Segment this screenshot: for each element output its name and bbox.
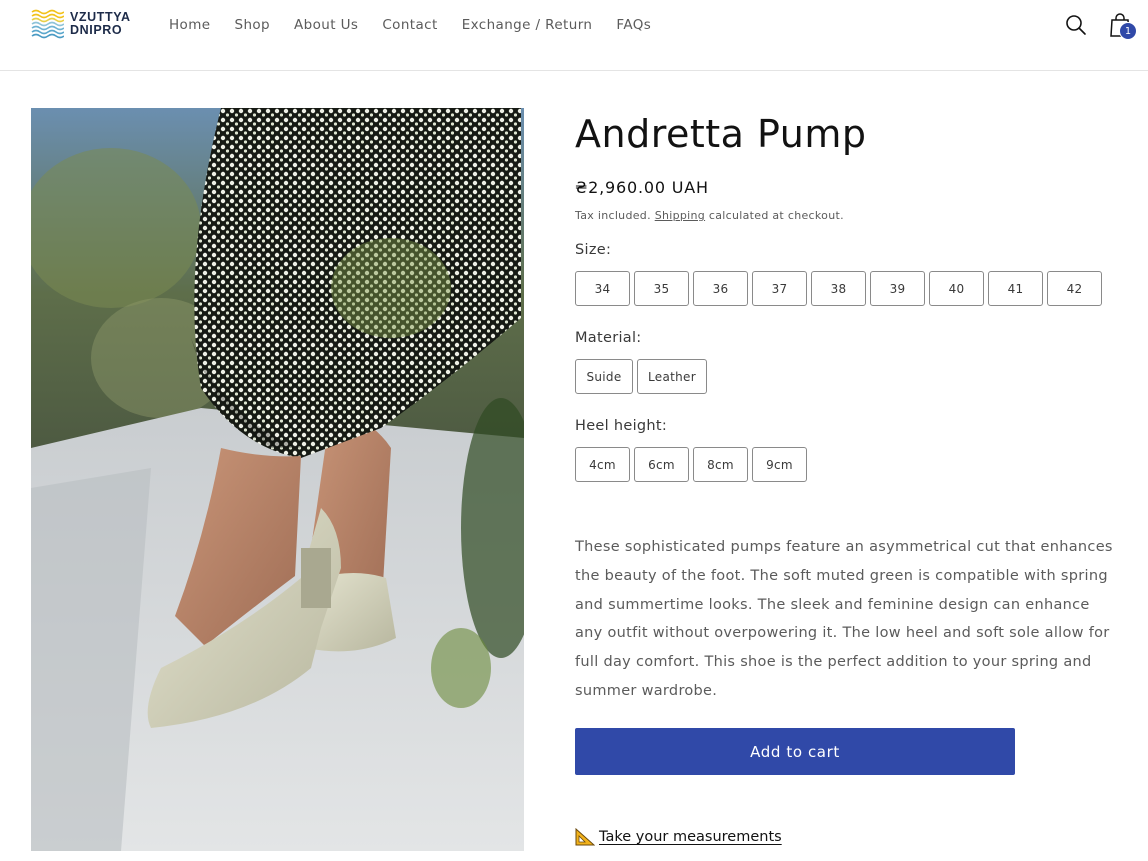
size-options: 34 35 36 37 38 39 40 41 42 (575, 271, 1106, 306)
heel-option-8cm[interactable]: 8cm (693, 447, 748, 482)
size-option-34[interactable]: 34 (575, 271, 630, 306)
shipping-link[interactable]: Shipping (655, 209, 705, 222)
nav-faqs[interactable]: FAQs (616, 16, 651, 34)
search-icon[interactable] (1065, 14, 1087, 36)
cart-count-badge: 1 (1119, 22, 1137, 40)
site-header: VZUTTYA DNIPRO Home Shop About Us Contac… (0, 0, 1148, 71)
add-to-cart-button[interactable]: Add to cart (575, 728, 1015, 775)
size-option-42[interactable]: 42 (1047, 271, 1102, 306)
heel-option-9cm[interactable]: 9cm (752, 447, 807, 482)
ruler-triangle-icon (575, 827, 596, 846)
size-label: Size: (575, 242, 612, 258)
measurements-link[interactable]: Take your measurements (575, 827, 782, 846)
product-price: ₴2,960.00 UAH (575, 178, 709, 197)
product-photo[interactable] (31, 108, 524, 851)
brand-logo[interactable]: VZUTTYA DNIPRO (31, 8, 131, 40)
size-option-35[interactable]: 35 (634, 271, 689, 306)
material-option-suide[interactable]: Suide (575, 359, 633, 394)
heel-height-options: 4cm 6cm 8cm 9cm (575, 447, 811, 482)
tax-note: Tax included. Shipping calculated at che… (575, 209, 844, 222)
size-option-37[interactable]: 37 (752, 271, 807, 306)
tax-suffix: calculated at checkout. (705, 209, 844, 222)
product-description: These sophisticated pumps feature an asy… (575, 539, 1113, 699)
nav-shop[interactable]: Shop (234, 16, 270, 34)
heel-option-4cm[interactable]: 4cm (575, 447, 630, 482)
nav-home[interactable]: Home (169, 16, 210, 34)
heel-height-label: Heel height: (575, 418, 668, 434)
size-option-41[interactable]: 41 (988, 271, 1043, 306)
wave-logo-icon (31, 8, 64, 40)
nav-exchange-return[interactable]: Exchange / Return (462, 16, 593, 34)
size-option-36[interactable]: 36 (693, 271, 748, 306)
size-option-38[interactable]: 38 (811, 271, 866, 306)
heel-option-6cm[interactable]: 6cm (634, 447, 689, 482)
material-options: Suide Leather (575, 359, 711, 394)
size-option-40[interactable]: 40 (929, 271, 984, 306)
tax-prefix: Tax included. (575, 209, 655, 222)
main-nav: Home Shop About Us Contact Exchange / Re… (169, 16, 675, 34)
material-option-leather[interactable]: Leather (637, 359, 707, 394)
nav-about-us[interactable]: About Us (294, 16, 358, 34)
brand-line-2: DNIPRO (70, 23, 123, 37)
brand-name: VZUTTYA DNIPRO (70, 11, 131, 37)
nav-contact[interactable]: Contact (382, 16, 437, 34)
material-label: Material: (575, 330, 642, 346)
product-info: Andretta Pump ₴2,960.00 UAH Tax included… (575, 108, 1120, 846)
product-title: Andretta Pump (575, 112, 867, 156)
measurements-link-text[interactable]: Take your measurements (599, 829, 782, 845)
size-option-39[interactable]: 39 (870, 271, 925, 306)
